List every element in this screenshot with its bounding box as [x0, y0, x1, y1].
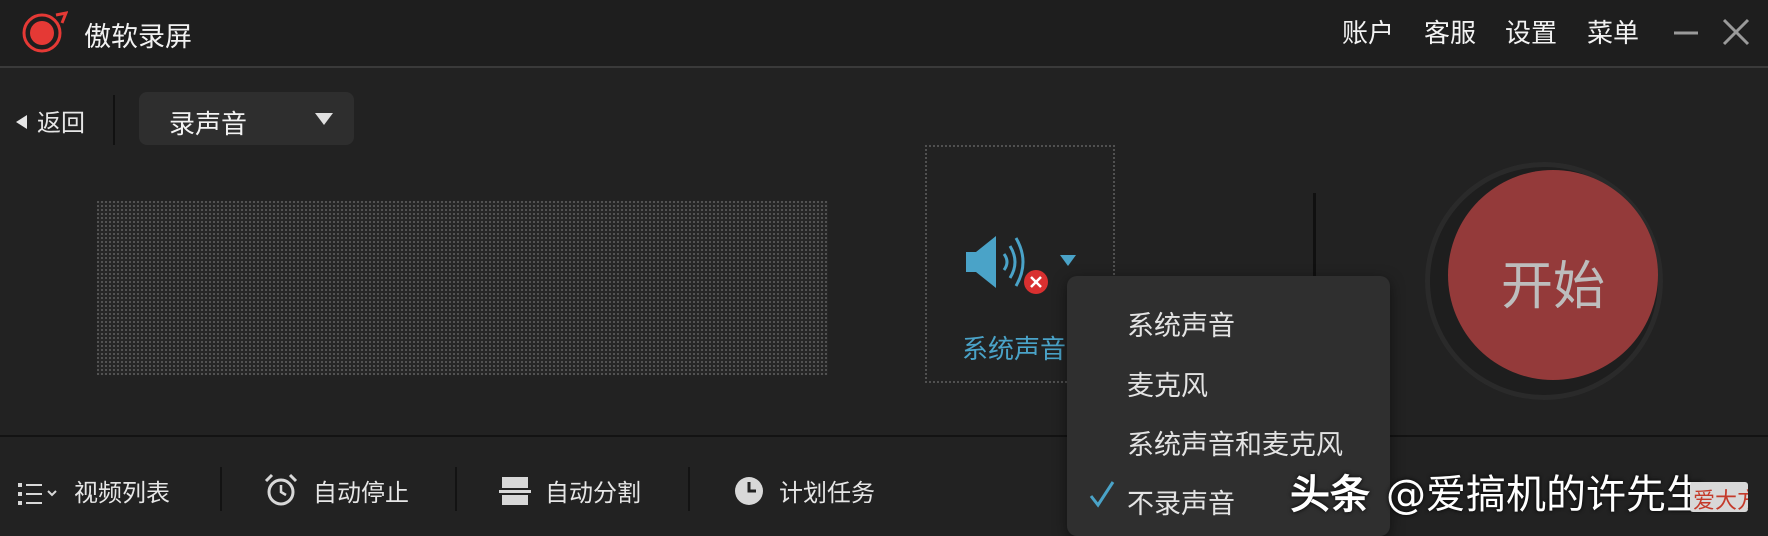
- watermark-brand: 头条: [1290, 472, 1370, 518]
- start-button-label: 开始: [1500, 257, 1605, 317]
- back-button[interactable]: 返回: [16, 103, 85, 138]
- record-logo-icon: [22, 11, 68, 53]
- watermark-badge: 爱大方: [1690, 482, 1748, 512]
- close-icon[interactable]: [1720, 14, 1752, 50]
- menu-account[interactable]: 账户: [1342, 13, 1394, 50]
- video-list-button[interactable]: 视频列表: [18, 473, 170, 508]
- auto-split-button[interactable]: 自动分割: [499, 473, 641, 508]
- menu-option-system-audio[interactable]: 系统声音: [1127, 304, 1235, 343]
- menu-option-no-audio[interactable]: 不录声音: [1127, 482, 1235, 521]
- auto-stop-label: 自动停止: [313, 479, 409, 507]
- app-title: 傲软录屏: [84, 22, 192, 53]
- title-bar: 傲软录屏 账户 客服 设置 菜单: [0, 0, 1768, 68]
- menu-option-microphone[interactable]: 麦克风: [1127, 364, 1208, 403]
- audio-waveform: [97, 201, 828, 375]
- back-arrow-icon: [16, 115, 27, 129]
- audio-source-label: 系统声音: [962, 335, 1067, 365]
- menu-settings[interactable]: 设置: [1505, 13, 1557, 50]
- auto-stop-button[interactable]: 自动停止: [263, 473, 409, 508]
- menu-support[interactable]: 客服: [1424, 13, 1476, 50]
- clock-icon: [735, 477, 763, 505]
- video-list-label: 视频列表: [74, 479, 170, 507]
- scheduled-task-button[interactable]: 计划任务: [733, 473, 875, 508]
- mode-select-value: 录声音: [169, 110, 248, 140]
- watermark: 头条 @爱搞机的许先生: [1290, 462, 1706, 520]
- divider: [113, 95, 115, 145]
- minimize-icon[interactable]: [1670, 14, 1702, 50]
- mute-badge-icon: [1024, 270, 1048, 294]
- divider: [688, 467, 690, 511]
- split-icon: [499, 477, 531, 505]
- audio-dropdown-caret-icon[interactable]: [1060, 255, 1076, 266]
- alarm-clock-icon: [264, 473, 298, 506]
- mode-select[interactable]: 录声音: [139, 92, 354, 145]
- scheduled-task-label: 计划任务: [779, 479, 875, 507]
- speaker-icon: [966, 236, 1025, 288]
- menu-main[interactable]: 菜单: [1587, 13, 1639, 50]
- watermark-handle: @爱搞机的许先生: [1386, 472, 1706, 518]
- divider: [220, 467, 222, 511]
- watermark-badge-text: 爱大方: [1693, 489, 1748, 512]
- divider: [455, 467, 457, 511]
- back-label: 返回: [37, 109, 85, 137]
- start-button[interactable]: 开始: [1448, 170, 1658, 380]
- menu-option-system-and-microphone[interactable]: 系统声音和麦克风: [1127, 423, 1343, 462]
- chevron-down-icon: [315, 113, 333, 125]
- list-icon: [18, 483, 57, 505]
- checkmark-icon: [1089, 481, 1115, 508]
- auto-split-label: 自动分割: [545, 479, 641, 507]
